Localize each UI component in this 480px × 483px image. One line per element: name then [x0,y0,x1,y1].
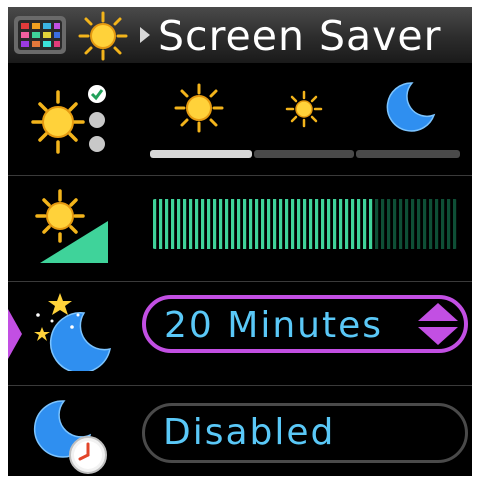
level-tick [297,199,301,249]
level-tick [159,199,163,249]
timeout-selector[interactable]: 20 Minutes [142,295,468,353]
level-tick [213,199,217,249]
level-tick [201,199,205,249]
up-down-stepper-icon[interactable] [416,301,460,347]
level-tick [207,199,211,249]
slider-segment-bright [150,150,252,158]
small-sun-icon[interactable] [284,89,324,129]
schedule-value: Disabled [163,412,336,453]
level-tick [423,199,427,249]
level-tick [273,199,277,249]
divider [8,175,472,176]
level-tick [153,199,157,249]
level-tick [369,199,373,249]
level-tick [339,199,343,249]
header-bar: Screen Saver [8,7,472,63]
level-tick [363,199,367,249]
level-tick [285,199,289,249]
chevron-right-icon [140,27,150,43]
level-tick [387,199,391,249]
screen-saver-screen: Screen Saver 20 Minutes Disabled [8,7,472,476]
level-tick [321,199,325,249]
level-tick [165,199,169,249]
level-tick [333,199,337,249]
sun-level-icon [35,189,108,263]
level-tick [279,199,283,249]
apps-icon[interactable] [14,16,66,54]
level-tick [411,199,415,249]
moon-icon[interactable] [382,79,438,135]
level-tick [357,199,361,249]
level-tick [309,199,313,249]
level-tick [231,199,235,249]
sun-with-options-icon [31,85,106,154]
level-tick [435,199,439,249]
level-tick [291,199,295,249]
level-tick [447,199,451,249]
level-tick [327,199,331,249]
level-tick [261,199,265,249]
bright-sun-icon[interactable] [174,83,224,133]
divider [8,385,472,386]
level-tick [315,199,319,249]
level-tick [267,199,271,249]
sun-icon [78,11,128,61]
moon-clock-icon [33,400,107,474]
level-tick [441,199,445,249]
level-tick [171,199,175,249]
level-tick [177,199,181,249]
level-tick [219,199,223,249]
level-tick [303,199,307,249]
schedule-selector[interactable]: Disabled [142,403,468,463]
level-tick [453,199,457,249]
level-tick [393,199,397,249]
selection-pointer-icon [8,309,22,359]
level-tick [375,199,379,249]
level-tick [351,199,355,249]
level-tick [345,199,349,249]
brightness-level-bar[interactable] [152,199,458,249]
level-tick [399,199,403,249]
level-tick [189,199,193,249]
level-tick [243,199,247,249]
level-tick [429,199,433,249]
level-tick [195,199,199,249]
level-tick [381,199,385,249]
timeout-value: 20 Minutes [164,305,383,346]
brightness-mode-slider[interactable] [150,150,462,158]
slider-segment-dim [254,150,354,158]
divider [8,281,472,282]
slider-segment-night [356,150,460,158]
level-tick [417,199,421,249]
level-tick [225,199,229,249]
level-tick [183,199,187,249]
level-tick [237,199,241,249]
level-tick [255,199,259,249]
level-tick [249,199,253,249]
page-title: Screen Saver [158,12,442,60]
level-tick [405,199,409,249]
moon-stars-icon [34,293,111,371]
